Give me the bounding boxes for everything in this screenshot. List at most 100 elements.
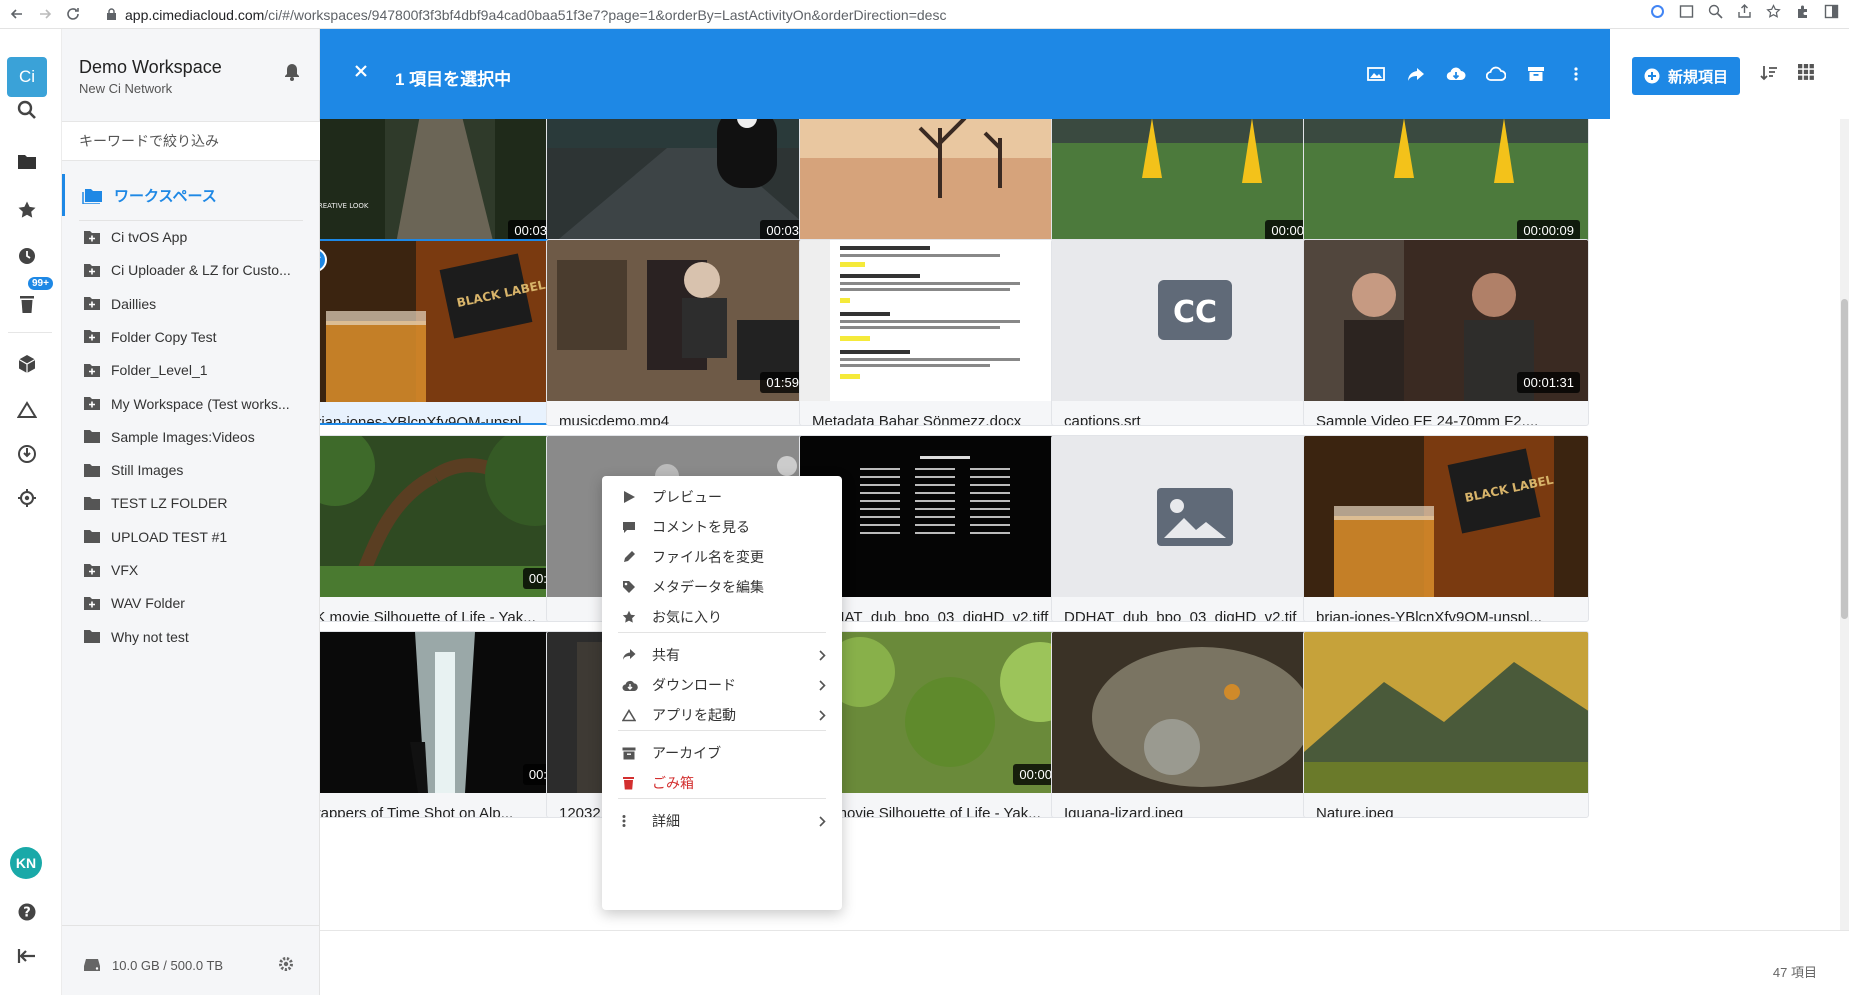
menu-item[interactable]: アプリを起動 <box>602 700 842 730</box>
menu-item[interactable]: コメントを見る <box>602 512 842 542</box>
reload-icon[interactable] <box>62 3 84 25</box>
menu-item[interactable]: ごみ箱 <box>602 768 842 798</box>
sidebar-folder-item[interactable]: VFX <box>62 555 320 585</box>
menu-item[interactable]: お気に入り <box>602 602 842 632</box>
more-vertical-icon[interactable] <box>1565 63 1587 85</box>
menu-item[interactable]: 共有 <box>602 640 842 670</box>
close-selection-icon[interactable] <box>354 64 368 78</box>
translate-icon[interactable] <box>1679 4 1694 19</box>
address-bar[interactable]: app.cimediacloud.com/ci/#/workspaces/947… <box>106 4 946 25</box>
asset-name[interactable]: musicdemo.mp4 <box>559 413 821 425</box>
sidepanel-icon[interactable] <box>1824 4 1839 19</box>
grid-view-icon[interactable] <box>1798 64 1814 80</box>
bookmark-star-icon[interactable] <box>1766 4 1781 19</box>
asset-thumbnail[interactable]: BLACK LABEL <box>1304 436 1588 597</box>
menu-item[interactable]: ダウンロード <box>602 670 842 700</box>
asset-card[interactable]: 00:03: Trappers of Time Shot on Alp... <box>320 631 580 818</box>
asset-thumbnail[interactable] <box>1052 632 1336 793</box>
asset-name[interactable]: Iguana-lizard.jpeg <box>1064 805 1326 817</box>
folder-icon[interactable] <box>12 147 42 177</box>
sidebar-folder-item[interactable]: My Workspace (Test works... <box>62 389 320 419</box>
asset-card[interactable]: Nature.jpeg <box>1303 631 1589 818</box>
asset-thumbnail[interactable] <box>800 119 1084 249</box>
asset-name[interactable]: DDHAT_dub_bpo_03_digHD_v2.tiff <box>812 609 1074 621</box>
ci-logo[interactable]: Ci <box>7 57 47 97</box>
avatar[interactable]: KN <box>10 847 42 879</box>
asset-name[interactable]: 4K movie Silhouette of Life - Yak... <box>812 805 1074 817</box>
cloud-triangle-icon[interactable] <box>12 395 42 425</box>
help-icon[interactable]: ? <box>12 897 42 927</box>
asset-thumbnail[interactable]: 00:00:09 <box>1304 119 1588 249</box>
asset-card[interactable]: 00:01:31Sample Video FE 24-70mm F2....23… <box>1303 239 1589 426</box>
apps-icon[interactable] <box>1485 63 1507 85</box>
asset-thumbnail[interactable]: CC <box>1052 240 1336 401</box>
asset-thumbnail[interactable]: 00:00:09 <box>1052 119 1336 249</box>
archive-icon[interactable] <box>1525 63 1547 85</box>
asset-card[interactable]: BLACK LABEL brian-jones-YBlcnXfv9OM-unspl… <box>1303 435 1589 622</box>
asset-name[interactable]: brian-jones-YBlcnXfv9OM-unspl... <box>320 414 570 423</box>
star-icon[interactable] <box>12 195 42 225</box>
asset-name[interactable]: Trappers of Time Shot on Alp... <box>320 805 569 817</box>
target-icon[interactable] <box>12 483 42 513</box>
sidebar-folder-item[interactable]: Why not test <box>62 622 320 652</box>
asset-name[interactable]: 4K movie Silhouette of Life - Yak... <box>320 609 569 621</box>
asset-card[interactable]: BLACK LABEL brian-jones-YBlcnXfv9OM-unspl… <box>320 239 580 425</box>
menu-item[interactable]: メタデータを編集 <box>602 572 842 602</box>
asset-thumbnail[interactable]: 01:59:48 <box>547 240 831 401</box>
sidebar-folder-item[interactable]: Ci tvOS App <box>62 222 320 252</box>
sidebar-item-workspace[interactable]: ワークスペース <box>62 174 320 216</box>
search-icon[interactable] <box>12 95 42 125</box>
asset-thumbnail[interactable]: 00:03:31 <box>547 119 831 249</box>
asset-thumbnail[interactable]: CREATIVE LOOK00:03:04 <box>320 119 579 249</box>
sidebar-folder-item[interactable]: Sample Images:Videos <box>62 422 320 452</box>
sidebar-folder-item[interactable]: Daillies <box>62 289 320 319</box>
new-item-button[interactable]: 新規項目 <box>1632 57 1740 95</box>
cloud-download-icon[interactable] <box>1445 63 1467 85</box>
sidebar-folder-item[interactable]: WAV Folder <box>62 588 320 618</box>
sidebar-folder-item[interactable]: UPLOAD TEST #1 <box>62 522 320 552</box>
scrollbar[interactable] <box>1840 119 1849 930</box>
asset-name[interactable]: Nature.jpeg <box>1316 805 1578 817</box>
asset-name[interactable]: DDHAT_dub_bpo_03_digHD_v2.tif <box>1064 609 1326 621</box>
extensions-icon[interactable] <box>1795 4 1810 19</box>
sidebar-folder-item[interactable]: Ci Uploader & LZ for Custo... <box>62 255 320 285</box>
asset-thumbnail[interactable]: 00:01:31 <box>1304 240 1588 401</box>
sidebar-folder-item[interactable]: Still Images <box>62 455 320 485</box>
image-icon[interactable] <box>1365 63 1387 85</box>
asset-thumbnail[interactable] <box>1052 436 1336 597</box>
asset-thumbnail[interactable]: 00:03: <box>320 632 579 793</box>
asset-card[interactable]: 00:02: 4K movie Silhouette of Life - Yak.… <box>320 435 580 622</box>
share-icon[interactable] <box>1405 63 1427 85</box>
asset-thumbnail[interactable]: 00:02: <box>320 436 579 597</box>
cube-icon[interactable] <box>12 349 42 379</box>
collapse-sidebar-icon[interactable] <box>12 941 42 971</box>
asset-card[interactable]: CCcaptions.srt114.0 B • Christopher Gent… <box>1051 239 1337 426</box>
sidebar-folder-item[interactable]: Folder Copy Test <box>62 322 320 352</box>
sidebar-folder-item[interactable]: TEST LZ FOLDER <box>62 488 320 518</box>
keyword-filter-input[interactable]: キーワードで絞り込み <box>62 121 320 161</box>
workspace-name[interactable]: Demo Workspace <box>79 57 222 78</box>
back-icon[interactable] <box>6 3 28 25</box>
asset-name[interactable]: Metadata Bahar Sönmezz.docx <box>812 413 1074 425</box>
sidebar-folder-item[interactable]: Folder_Level_1 <box>62 355 320 385</box>
menu-item[interactable]: アーカイブ <box>602 738 842 768</box>
asset-name[interactable]: Sample Video FE 24-70mm F2.... <box>1316 413 1578 425</box>
menu-item[interactable]: プレビュー <box>602 482 842 512</box>
sort-icon[interactable] <box>1760 64 1778 82</box>
asset-card[interactable]: Iguana-lizard.jpeg <box>1051 631 1337 818</box>
power-download-icon[interactable] <box>12 439 42 469</box>
recent-clock-icon[interactable] <box>12 241 42 271</box>
asset-thumbnail[interactable]: BLACK LABEL <box>320 241 578 402</box>
gear-icon[interactable] <box>278 956 294 972</box>
asset-thumbnail[interactable]: 4K00:00:00 <box>800 632 1084 793</box>
share-page-icon[interactable] <box>1737 4 1752 19</box>
google-icon[interactable] <box>1650 4 1665 19</box>
asset-card[interactable]: DDHAT_dub_bpo_03_digHD_v2.tifLimitedⓘ <box>1051 435 1337 622</box>
trash-icon[interactable] <box>12 289 42 319</box>
zoom-icon[interactable] <box>1708 4 1723 19</box>
menu-item[interactable]: ファイル名を変更 <box>602 542 842 572</box>
asset-thumbnail[interactable] <box>800 240 1084 401</box>
forward-icon[interactable] <box>34 3 56 25</box>
asset-thumbnail[interactable] <box>1304 632 1588 793</box>
asset-card[interactable]: Metadata Bahar Sönmezz.docx62.3 KB • Chr… <box>799 239 1085 426</box>
